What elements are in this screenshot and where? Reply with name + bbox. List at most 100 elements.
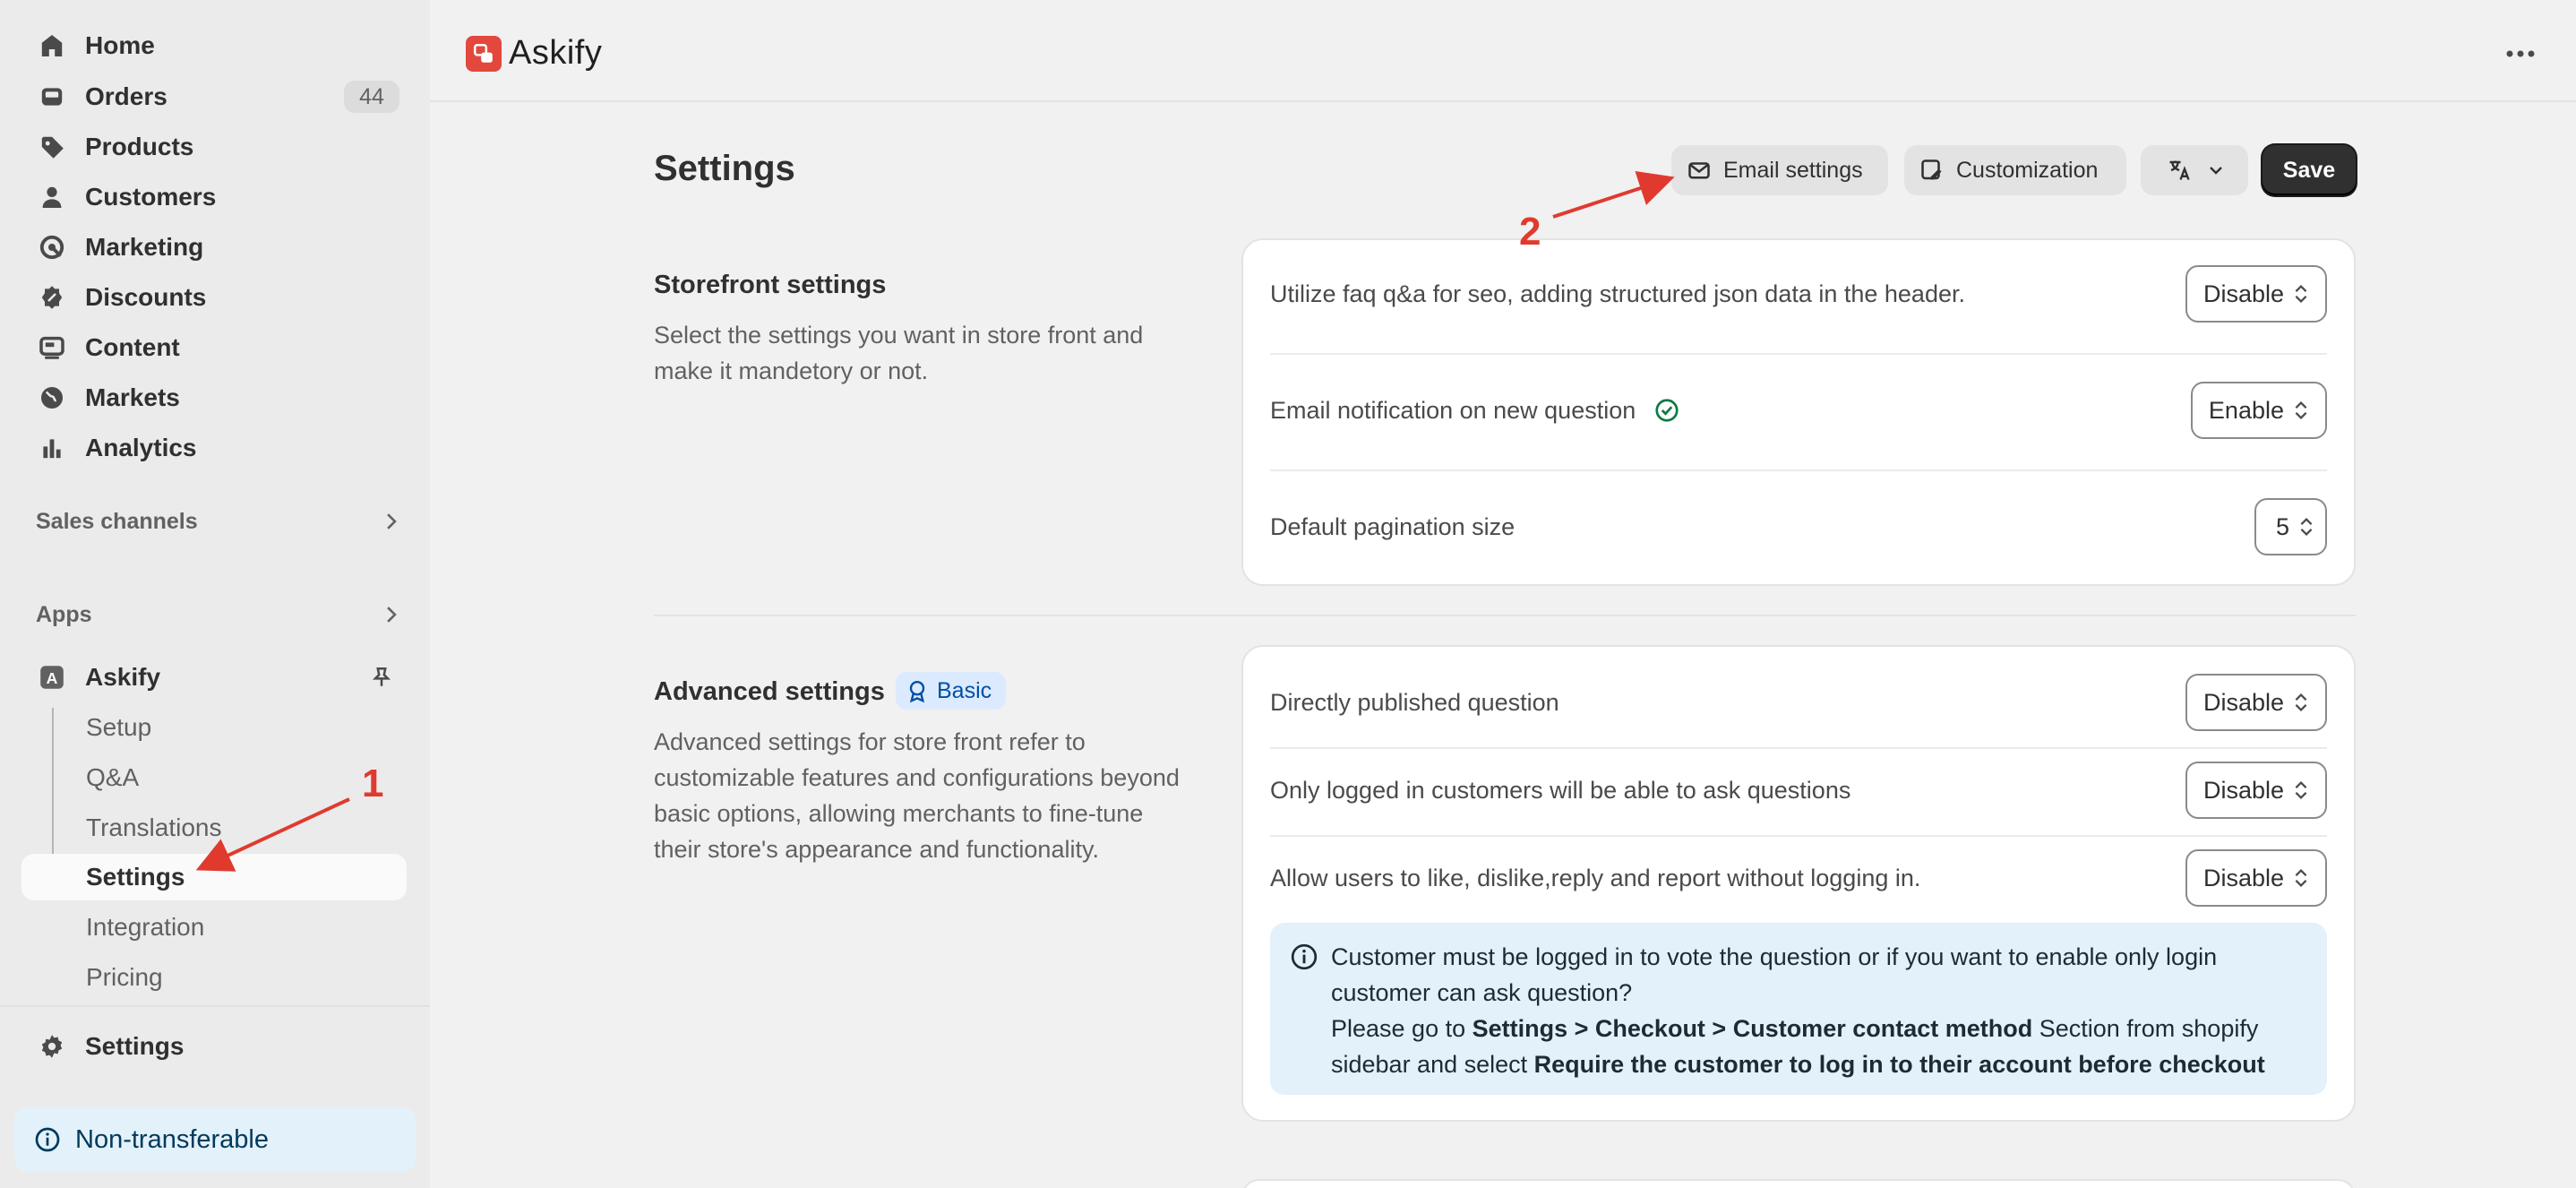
customization-button[interactable]: Customization: [1904, 145, 2126, 195]
discount-icon: [36, 281, 68, 314]
sub-item-label: Pricing: [86, 963, 163, 991]
nav-settings[interactable]: Settings: [21, 1023, 407, 1070]
nav-label: Discounts: [85, 283, 207, 311]
storefront-settings-description: Select the settings you want in store fr…: [654, 322, 1144, 384]
setting-label: Allow users to like, dislike,reply and r…: [1270, 864, 1921, 891]
non-transferable-banner[interactable]: Non-transferable: [14, 1107, 416, 1172]
nav-products[interactable]: Products: [21, 124, 407, 170]
nav-markets[interactable]: Markets: [21, 374, 407, 421]
divider: [0, 1005, 430, 1007]
select-value: Disable: [2202, 688, 2284, 716]
sub-item-label: Settings: [86, 863, 185, 891]
setting-row: Email notification on new question: [1270, 382, 2327, 439]
storefront-settings-title: Storefront settings: [654, 271, 887, 299]
setting-row: Default pagination size: [1270, 498, 2327, 555]
setting-row: Utilize faq q&a for seo, adding structur…: [1270, 265, 2327, 323]
info-line-2: Please go to Settings > Checkout > Custo…: [1331, 1011, 2300, 1082]
info-icon: [1291, 943, 1318, 970]
nav-label: Markets: [85, 383, 180, 411]
sub-item-translations[interactable]: Translations: [21, 805, 407, 851]
pin-icon[interactable]: [369, 665, 394, 690]
sidebar: Home Orders 44 Products Customers Market…: [0, 0, 430, 1188]
info-path-bold: Settings > Checkout > Customer contact m…: [1472, 1015, 2033, 1042]
setting-label: Email notification on new question: [1270, 396, 1636, 424]
translate-icon: [2169, 160, 2190, 180]
setting-row: Allow users to like, dislike,reply and r…: [1270, 849, 2327, 907]
next-card-edge: [1241, 1179, 2356, 1188]
info-icon: [35, 1127, 60, 1152]
pagination-size-select[interactable]: 5: [2254, 498, 2327, 555]
gear-icon: [36, 1030, 68, 1063]
select-arrows-icon: [2295, 869, 2307, 887]
sales-channels-header[interactable]: Sales channels: [36, 504, 403, 539]
nav-home[interactable]: Home: [21, 22, 407, 69]
setting-label: Only logged in customers will be able to…: [1270, 776, 1851, 804]
content-icon: [36, 331, 68, 364]
nav-app-askify[interactable]: A Askify: [21, 654, 407, 701]
login-info-banner: Customer must be logged in to vote the q…: [1270, 923, 2327, 1095]
target-icon: [36, 231, 68, 263]
setting-row: Directly published question: [1270, 674, 2327, 731]
advanced-settings-title: Advanced settings: [654, 677, 885, 706]
app-topbar: Askify: [430, 0, 2576, 102]
email-settings-label: Email settings: [1723, 157, 1863, 183]
setting-row: Only logged in customers will be able to…: [1270, 762, 2327, 819]
email-settings-button[interactable]: Email settings: [1671, 145, 1888, 195]
divider: [1270, 469, 2327, 471]
sub-item-integration[interactable]: Integration: [21, 904, 407, 951]
select-arrows-icon: [2295, 401, 2307, 419]
nav-label: Customers: [85, 183, 217, 211]
nav-label: Askify: [85, 663, 161, 691]
logged-in-ask-select[interactable]: Disable: [2185, 762, 2327, 819]
askify-logo-icon: [466, 36, 502, 72]
sub-item-settings[interactable]: Settings: [21, 854, 407, 900]
non-transferable-label: Non-transferable: [75, 1124, 269, 1154]
anonymous-interaction-select[interactable]: Disable: [2185, 849, 2327, 907]
tag-icon: [36, 131, 68, 163]
nav-analytics[interactable]: Analytics: [21, 425, 407, 471]
sub-item-qa[interactable]: Q&A: [21, 754, 407, 801]
nav-content[interactable]: Content: [21, 324, 407, 371]
sub-item-setup[interactable]: Setup: [21, 704, 407, 751]
language-dropdown-button[interactable]: [2141, 145, 2248, 195]
faq-seo-select[interactable]: Disable: [2185, 265, 2327, 323]
award-icon: [909, 681, 925, 703]
sub-item-label: Q&A: [86, 763, 140, 791]
sub-item-label: Integration: [86, 913, 205, 941]
sub-item-label: Translations: [86, 814, 222, 841]
nav-label: Content: [85, 333, 180, 361]
nav-customers[interactable]: Customers: [21, 174, 407, 220]
orders-count-badge: 44: [344, 81, 399, 113]
info-line-1: Customer must be logged in to vote the q…: [1331, 943, 2218, 1006]
advanced-settings-card: Directly published question Disable Only…: [1241, 645, 2356, 1122]
select-arrows-icon: [2295, 781, 2307, 799]
nav-label: Analytics: [85, 434, 197, 461]
setting-label: Utilize faq q&a for seo, adding structur…: [1270, 280, 1965, 307]
info-option-bold: Require the customer to log in to their …: [1533, 1051, 2265, 1078]
page-title: Settings: [654, 149, 795, 188]
nav-orders[interactable]: Orders 44: [21, 73, 407, 120]
askify-app-icon: A: [36, 661, 68, 693]
annotation-number-1: 1: [362, 762, 384, 805]
chevron-right-icon: [387, 607, 397, 623]
email-notification-select[interactable]: Enable: [2190, 382, 2327, 439]
storefront-settings-card: Utilize faq q&a for seo, adding structur…: [1241, 238, 2356, 586]
setting-label: Directly published question: [1270, 688, 1559, 716]
nav-label: Products: [85, 133, 194, 160]
select-arrows-icon: [2300, 518, 2313, 536]
sub-item-pricing[interactable]: Pricing: [21, 954, 407, 1001]
select-value: 5: [2275, 512, 2289, 540]
nav-label: Settings: [85, 1032, 185, 1060]
apps-header[interactable]: Apps: [36, 597, 403, 633]
chevron-down-icon: [2210, 167, 2222, 175]
sub-item-label: Setup: [86, 713, 152, 741]
inbox-icon: [36, 81, 68, 113]
divider: [1270, 353, 2327, 355]
divider: [1270, 747, 2327, 749]
customization-label: Customization: [1956, 157, 2099, 183]
save-button[interactable]: Save: [2263, 145, 2356, 195]
more-options-icon[interactable]: [2503, 41, 2538, 66]
nav-marketing[interactable]: Marketing: [21, 224, 407, 271]
nav-discounts[interactable]: Discounts: [21, 274, 407, 321]
direct-publish-select[interactable]: Disable: [2185, 674, 2327, 731]
